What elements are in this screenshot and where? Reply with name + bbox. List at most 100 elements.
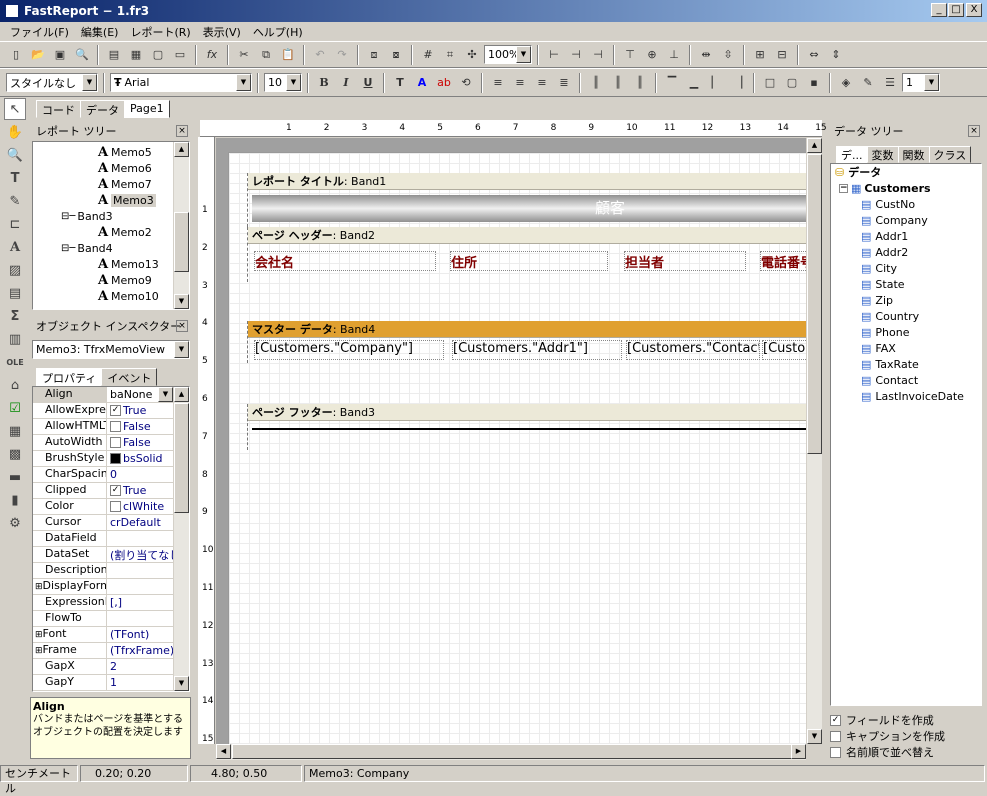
header-company[interactable]: 会社名 [254, 251, 436, 271]
cut-icon[interactable]: ✂ [234, 45, 254, 65]
tree-item[interactable]: A Memo13 [33, 256, 173, 272]
text-right-icon[interactable]: ≡ [532, 73, 552, 93]
grid-icon[interactable]: # [418, 45, 438, 65]
title-memo[interactable]: 顧客 [252, 195, 806, 222]
center-vert-icon[interactable]: ⊟ [772, 45, 792, 65]
italic-button[interactable]: I [336, 73, 356, 93]
tree-item[interactable]: ⊟─ Band3 [33, 208, 173, 224]
data-option[interactable]: 名前順で並べ替え [830, 744, 985, 760]
redo-icon[interactable]: ↷ [332, 45, 352, 65]
close-button[interactable]: X [966, 3, 982, 17]
checkbox-icon[interactable] [110, 421, 121, 432]
zoom-icon[interactable]: 🔍 [4, 144, 26, 166]
close-icon[interactable]: × [968, 125, 980, 137]
tree-dataset[interactable]: − ▦ Customers [831, 180, 981, 196]
header-phone[interactable]: 電話番号 [760, 251, 806, 271]
tree-item[interactable]: A Memo3 [33, 192, 173, 208]
align-bottom-icon[interactable]: ⊥ [664, 45, 684, 65]
tree-item[interactable]: A Memo6 [33, 160, 173, 176]
property-row[interactable]: ⊞Font (TFont) [33, 627, 173, 643]
header-address[interactable]: 住所 [450, 251, 608, 271]
valign-bottom-icon[interactable]: ║ [630, 73, 650, 93]
scroll-down-icon[interactable]: ▼ [174, 294, 189, 309]
field-item[interactable]: ▤ LastInvoiceDate [831, 388, 981, 404]
subreport-icon[interactable]: ▤ [4, 282, 26, 304]
picture-icon[interactable]: ▨ [4, 259, 26, 281]
property-row[interactable]: Align baNone ▼ [33, 387, 173, 403]
data-company[interactable]: [Customers."Company"] [254, 340, 444, 360]
bold-button[interactable]: B [314, 73, 334, 93]
property-value[interactable]: 2 [107, 659, 173, 674]
band-icon[interactable]: ⊏ [4, 213, 26, 235]
property-row[interactable]: GapX 2 [33, 659, 173, 675]
chart-icon[interactable]: ▮ [4, 489, 26, 511]
valign-middle-icon[interactable]: ║ [608, 73, 628, 93]
align-left-icon[interactable]: ⊢ [544, 45, 564, 65]
property-row[interactable]: Color clWhite [33, 499, 173, 515]
underline-button[interactable]: U [358, 73, 378, 93]
hand-icon[interactable]: ✋ [4, 121, 26, 143]
line-width-select[interactable]: 1 ▼ [902, 73, 940, 92]
scroll-up-icon[interactable]: ▲ [174, 387, 189, 402]
frame-top-icon[interactable]: ▔ [662, 73, 682, 93]
select-arrow-icon[interactable]: ↖ [4, 98, 26, 120]
tab-code[interactable]: コード [36, 100, 81, 118]
field-item[interactable]: ▤ Addr1 [831, 228, 981, 244]
property-row[interactable]: Clipped ✓ True [33, 483, 173, 499]
band-master-data[interactable]: マスター データ: Band4 [Customers."Company"] [C… [247, 321, 806, 363]
property-value[interactable]: bsSolid [107, 451, 173, 466]
same-height-icon[interactable]: ⇕ [826, 45, 846, 65]
menu-help[interactable]: ヘルプ(H) [247, 24, 309, 40]
field-item[interactable]: ▤ Company [831, 212, 981, 228]
checkbox-icon[interactable]: ✓ [110, 405, 121, 416]
tree-item[interactable]: A Memo10 [33, 288, 173, 304]
ole-icon[interactable]: OLE [4, 351, 26, 373]
frame-bottom-icon[interactable]: ▁ [684, 73, 704, 93]
checkbox-icon[interactable] [830, 746, 841, 758]
tab-properties[interactable]: プロパティ [36, 368, 103, 386]
data-option[interactable]: ✓ フィールドを作成 [830, 712, 985, 728]
close-icon[interactable]: × [176, 320, 188, 332]
highlight-icon[interactable]: ab [434, 73, 454, 93]
property-value[interactable] [107, 611, 173, 626]
scroll-up-icon[interactable]: ▲ [807, 138, 822, 153]
report-page[interactable]: レポート タイトル: Band1 顧客 ページ ヘッダー: Band2 会社名 … [228, 152, 806, 744]
property-row[interactable]: DataField [33, 531, 173, 547]
property-row[interactable]: Cursor crDefault [33, 515, 173, 531]
data-address[interactable]: [Customers."Addr1"] [452, 340, 622, 360]
tab-functions[interactable]: 関数 [897, 146, 930, 163]
tab-data[interactable]: データ [80, 100, 125, 118]
field-item[interactable]: ▤ Country [831, 308, 981, 324]
menu-file[interactable]: ファイル(F) [4, 24, 75, 40]
field-item[interactable]: ▤ Phone [831, 324, 981, 340]
chevron-down-icon[interactable]: ▼ [158, 387, 173, 402]
scroll-thumb[interactable] [807, 154, 822, 454]
expand-icon[interactable]: ⊞ [35, 582, 43, 592]
report-tree-scrollbar[interactable]: ▲ ▼ [173, 142, 189, 309]
copy-icon[interactable]: ⧉ [256, 45, 276, 65]
property-row[interactable]: GapY 1 [33, 675, 173, 691]
field-item[interactable]: ▤ CustNo [831, 196, 981, 212]
ungroup-icon[interactable]: ⧇ [386, 45, 406, 65]
property-row[interactable]: DataSet (割り当てなし [33, 547, 173, 563]
tab-variables[interactable]: 変数 [866, 146, 899, 163]
align-middle-icon[interactable]: ⊕ [642, 45, 662, 65]
new-icon[interactable]: ▯ [6, 45, 26, 65]
footer-line[interactable] [252, 428, 806, 430]
property-scrollbar[interactable]: ▲ ▼ [173, 387, 189, 691]
property-value[interactable]: [,] [107, 595, 173, 610]
property-value[interactable] [107, 579, 173, 594]
property-value[interactable]: False [107, 435, 173, 450]
barcode-icon[interactable]: ⌂ [4, 374, 26, 396]
data-contact[interactable]: [Customers."Contact"] [626, 340, 760, 360]
data-option[interactable]: キャプションを作成 [830, 728, 985, 744]
maximize-button[interactable]: □ [948, 3, 964, 17]
property-value[interactable]: 0 [107, 467, 173, 482]
property-value[interactable] [107, 531, 173, 546]
undo-icon[interactable]: ↶ [310, 45, 330, 65]
text-left-icon[interactable]: ≡ [488, 73, 508, 93]
scroll-thumb[interactable] [174, 403, 189, 513]
richtext-icon[interactable]: ▥ [4, 328, 26, 350]
align-right-icon[interactable]: ⊣ [588, 45, 608, 65]
frame-style-icon[interactable]: ☰ [880, 73, 900, 93]
